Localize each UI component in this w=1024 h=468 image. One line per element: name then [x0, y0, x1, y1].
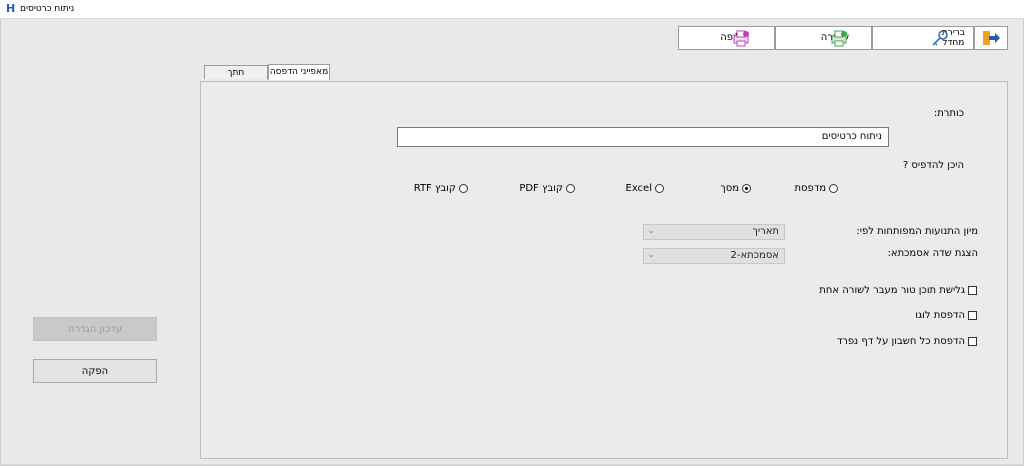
- title-field-label: כותרת:: [933, 108, 964, 119]
- exit-arrow-icon: [983, 31, 1000, 45]
- title-bar: H ניתוח כרטיסים: [0, 0, 1024, 19]
- radio-printer[interactable]: מדפסת: [794, 181, 838, 195]
- checkbox-wrap-content-label: גלישת תוכן טור מעבר לשורה אחת: [819, 284, 965, 296]
- radio-pdf-circle: [566, 183, 575, 193]
- sort-select-value: תאריך: [752, 226, 779, 237]
- print-properties-panel: כותרת: ניתוח כרטיסים היכן להדפיס ? מדפסת…: [200, 81, 1008, 459]
- checkbox-separate-page-box: [968, 336, 977, 346]
- sort-label: מיון התנועות המפותחות לפי:: [856, 226, 978, 237]
- update-default-button[interactable]: עדכון הגדרה: [33, 317, 157, 341]
- exit-button[interactable]: [974, 26, 1008, 50]
- tab-strip: חתך וקריטריונים מאפייני הדפסה: [204, 64, 334, 92]
- radio-screen-circle: [742, 183, 751, 193]
- radio-excel-label: Excel: [625, 182, 653, 194]
- tab-criteria[interactable]: חתך וקריטריונים: [204, 65, 268, 92]
- radio-printer-circle: [829, 183, 838, 193]
- window-title: ניתוח כרטיסים: [20, 4, 75, 14]
- reference-field-value: אסמכתא-2: [730, 250, 780, 261]
- key-icon: [932, 30, 948, 46]
- save-button[interactable]: שמירה: [775, 26, 872, 50]
- load-button[interactable]: שליפה: [678, 26, 775, 50]
- title-field[interactable]: ניתוח כרטיסים: [397, 127, 889, 147]
- run-report-button[interactable]: הפקה: [33, 359, 157, 383]
- radio-excel[interactable]: Excel: [625, 181, 664, 195]
- radio-excel-circle: [655, 183, 664, 193]
- checkbox-print-logo[interactable]: הדפסת לוגו: [915, 308, 977, 322]
- checkbox-print-logo-box: [968, 310, 977, 320]
- window-bottom-border: [1, 464, 1023, 466]
- sort-select[interactable]: תאריך ⌄: [643, 224, 785, 240]
- radio-pdf-label: קובץ PDF: [519, 182, 563, 194]
- where-to-print-label: היכן להדפיס ?: [902, 160, 964, 171]
- radio-rtf[interactable]: קובץ RTF: [414, 181, 468, 195]
- radio-printer-label: מדפסת: [794, 182, 826, 194]
- chevron-down-icon: ⌄: [648, 250, 655, 259]
- checkbox-wrap-content-box: [968, 285, 977, 295]
- chevron-down-icon: ⌄: [648, 226, 655, 235]
- checkbox-wrap-content[interactable]: גלישת תוכן טור מעבר לשורה אחת: [819, 283, 977, 297]
- reference-field-label: הצגת שדה אסמכתא:: [887, 248, 978, 259]
- checkbox-separate-page[interactable]: הדפסת כל חשבון על דף נפרד: [837, 334, 977, 348]
- save-printer-icon: [831, 30, 847, 47]
- work-area: ברירת מחדל שמירה שליפה עדכון הגדרה הפקה: [0, 19, 1024, 466]
- radio-rtf-circle: [459, 183, 468, 193]
- load-printer-icon: [733, 30, 749, 47]
- checkbox-separate-page-label: הדפסת כל חשבון על דף נפרד: [836, 335, 965, 347]
- reference-field-select[interactable]: אסמכתא-2 ⌄: [643, 248, 785, 264]
- radio-pdf[interactable]: קובץ PDF: [519, 181, 575, 195]
- app-icon: H: [6, 2, 16, 15]
- default-select-button[interactable]: ברירת מחדל: [872, 26, 974, 50]
- tab-print-properties[interactable]: מאפייני הדפסה: [268, 64, 330, 80]
- checkbox-print-logo-label: הדפסת לוגו: [915, 309, 965, 321]
- radio-screen[interactable]: מסך: [720, 181, 751, 195]
- radio-screen-label: מסך: [720, 182, 739, 194]
- radio-rtf-label: קובץ RTF: [413, 182, 456, 194]
